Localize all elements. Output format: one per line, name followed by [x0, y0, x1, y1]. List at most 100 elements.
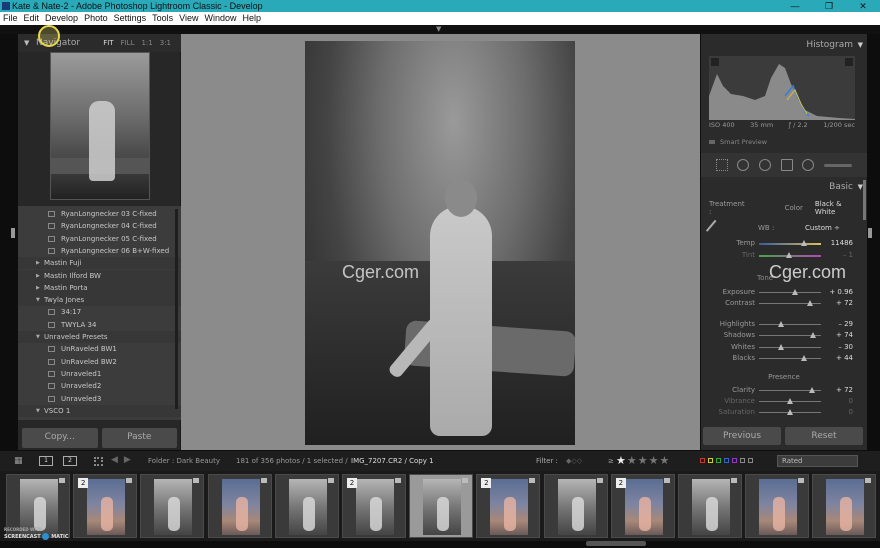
slider-value[interactable]: + 72 — [819, 299, 853, 307]
slider-knob[interactable] — [787, 409, 793, 415]
star-icon[interactable]: ★ — [649, 454, 660, 467]
flag-icon[interactable] — [865, 478, 872, 483]
filmstrip-thumbnail[interactable] — [543, 474, 608, 538]
slider-knob[interactable] — [777, 321, 784, 327]
menu-file[interactable]: File — [3, 12, 18, 25]
right-panel-toggle[interactable] — [868, 228, 872, 238]
paste-button[interactable]: Paste — [101, 428, 177, 448]
filmstrip-scrollbar[interactable] — [586, 541, 646, 546]
slider-exposure[interactable]: Exposure + 0.96 — [701, 287, 867, 298]
flag-icon[interactable] — [126, 478, 133, 483]
preset-folder[interactable]: ▼ Twyla Jones — [18, 294, 181, 307]
flag-icon[interactable] — [663, 478, 670, 483]
image-canvas[interactable] — [181, 34, 700, 450]
rating-operator[interactable]: ≥ — [608, 457, 614, 465]
spot-removal-icon[interactable] — [737, 159, 750, 171]
expanded-triangle-icon[interactable]: ▼ — [36, 331, 40, 343]
histogram[interactable] — [709, 56, 855, 120]
flag-icon[interactable] — [193, 478, 200, 483]
right-panel-scrollbar[interactable] — [863, 180, 866, 220]
adjustment-brush-icon[interactable] — [824, 163, 853, 167]
color-label-filter[interactable] — [700, 458, 753, 463]
slider-shadows[interactable]: Shadows + 74 — [701, 330, 867, 341]
slider-knob[interactable] — [807, 300, 814, 306]
slider-knob[interactable] — [787, 398, 793, 404]
slider-track[interactable] — [759, 347, 821, 348]
rating-filter[interactable]: ★★★★★ — [616, 454, 670, 467]
graduated-filter-icon[interactable] — [780, 159, 793, 171]
maximize-button[interactable]: ❐ — [812, 0, 846, 12]
slider-knob[interactable] — [800, 240, 807, 246]
preset-item[interactable]: RyanLongnecker 04 C-fixed — [18, 220, 181, 232]
stack-count-badge[interactable]: 2 — [615, 478, 626, 488]
slider-whites[interactable]: Whites – 30 — [701, 342, 867, 353]
slider-knob[interactable] — [777, 344, 784, 350]
flag-icon[interactable] — [59, 478, 65, 483]
slider-value[interactable]: + 74 — [819, 331, 853, 339]
slider-saturation[interactable]: Saturation 0 — [701, 407, 867, 418]
menu-tools[interactable]: Tools — [152, 12, 173, 25]
flag-icon[interactable] — [327, 478, 334, 483]
flag-icon[interactable] — [395, 478, 401, 483]
flag-filter-icons[interactable]: ◆◇◇ — [566, 457, 582, 465]
slider-contrast[interactable]: Contrast + 72 — [701, 298, 867, 309]
filmstrip-thumbnail[interactable] — [207, 474, 272, 538]
preset-folder[interactable]: ▼ Unraveled Presets — [18, 331, 181, 343]
filmstrip-thumbnail[interactable] — [812, 474, 877, 538]
slider-value[interactable]: 0 — [819, 408, 853, 416]
stack-count-badge[interactable]: 2 — [78, 478, 89, 488]
slider-track[interactable] — [759, 292, 821, 293]
treatment-color[interactable]: Color — [785, 204, 803, 212]
slider-track[interactable] — [759, 358, 821, 359]
preset-item[interactable]: UnRaveled BW1 — [18, 343, 181, 355]
zoom-1-1[interactable]: 1:1 — [141, 34, 152, 52]
current-file[interactable]: IMG_7207.CR2 / Copy 1 — [351, 457, 434, 465]
menu-photo[interactable]: Photo — [84, 12, 108, 25]
flag-icon[interactable] — [596, 478, 603, 483]
menu-window[interactable]: Window — [205, 12, 237, 25]
presets-scrollbar[interactable] — [175, 209, 178, 409]
slider-track[interactable] — [759, 324, 821, 325]
slider-highlights[interactable]: Highlights – 29 — [701, 319, 867, 330]
filter-preset-select[interactable]: Rated — [777, 455, 858, 467]
menu-help[interactable]: Help — [243, 12, 262, 25]
grid-view-icon[interactable] — [94, 457, 103, 466]
filmstrip-thumbnail[interactable]: 2 — [476, 474, 541, 538]
menu-settings[interactable]: Settings — [114, 12, 147, 25]
slider-value[interactable]: – 1 — [819, 251, 853, 259]
collapsed-triangle-icon[interactable]: ▶ — [36, 282, 40, 294]
preset-item[interactable]: RyanLongnecker 03 C-fixed — [18, 208, 181, 220]
filmstrip-thumbnail[interactable]: 2 — [610, 474, 675, 538]
treatment-black-white[interactable]: Black & White — [815, 200, 861, 216]
reset-button[interactable]: Reset — [785, 427, 863, 445]
stack-count-badge[interactable]: 2 — [481, 478, 492, 488]
preset-folder[interactable]: ▶ Mastin Porta — [18, 281, 181, 294]
preset-item[interactable]: Unraveled3 — [18, 393, 181, 405]
preset-item[interactable]: UnRaveled BW2 — [18, 356, 181, 368]
shadow-clipping-icon[interactable] — [711, 58, 719, 66]
eyedropper-icon[interactable] — [705, 219, 725, 239]
red-eye-icon[interactable] — [759, 159, 772, 171]
zoom-fit[interactable]: FIT — [103, 34, 113, 52]
menu-develop[interactable]: Develop — [45, 12, 78, 25]
preset-folder[interactable]: ▼ VSCO 1 — [18, 404, 181, 417]
collapsed-triangle-icon[interactable]: ▶ — [36, 257, 40, 269]
slider-value[interactable]: + 72 — [819, 386, 853, 394]
flag-icon[interactable] — [462, 478, 469, 483]
flag-icon[interactable] — [798, 478, 805, 483]
star-icon[interactable]: ★ — [627, 454, 638, 467]
slider-value[interactable]: – 29 — [819, 320, 853, 328]
expanded-triangle-icon[interactable]: ▼ — [36, 405, 40, 417]
filmstrip-thumbnail[interactable] — [274, 474, 339, 538]
basic-header[interactable]: Basic ▼ — [701, 178, 867, 196]
preset-item[interactable]: 34:17 — [18, 306, 181, 318]
slider-value[interactable]: 11486 — [819, 239, 853, 247]
filmstrip-thumbnail[interactable] — [409, 474, 474, 538]
previous-button[interactable]: Previous — [703, 427, 781, 445]
nav-arrows-icon[interactable]: ◀▶ — [111, 455, 137, 465]
main-photo[interactable] — [305, 41, 575, 445]
radial-filter-icon[interactable] — [802, 159, 815, 171]
slider-value[interactable]: + 44 — [819, 354, 853, 362]
star-icon[interactable]: ★ — [616, 454, 627, 467]
flag-icon[interactable] — [731, 478, 737, 483]
